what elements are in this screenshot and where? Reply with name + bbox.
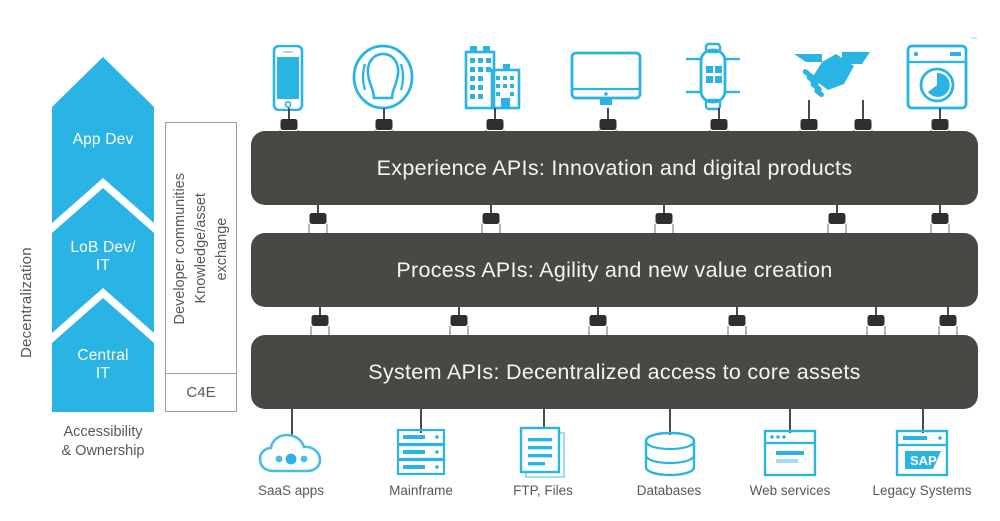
backend-label-legacy-systems: Legacy Systems (872, 483, 972, 498)
backend-label-mainframe: Mainframe (389, 483, 453, 498)
office-buildings-icon (462, 44, 522, 110)
caption-line-2: & Ownership (61, 443, 145, 459)
svg-text:SAP: SAP (910, 453, 937, 468)
backend-label-saas-apps: SaaS apps (257, 483, 325, 498)
caption-line-1: Accessibility (63, 424, 143, 440)
accessibility-ownership-caption: Accessibility & Ownership (18, 423, 188, 461)
smartwatch-icon (684, 42, 742, 112)
mobile-phone-icon (266, 45, 310, 111)
web-browser-window-icon (763, 429, 817, 477)
decentralization-axis-label: Decentralization (18, 247, 35, 358)
sap-legacy-icon: SAP (895, 429, 949, 477)
decorative-mark-top-right (971, 37, 977, 39)
backend-label-web-services: Web services (749, 483, 831, 498)
c4e-vertical-text-wrap: Developer communities Knowledge/asset ex… (166, 123, 236, 375)
user-avatar-icon (352, 44, 414, 110)
file-document-icon (519, 426, 569, 478)
c4e-column: Developer communities Knowledge/asset ex… (165, 122, 237, 412)
database-cylinder-icon (643, 431, 697, 477)
c4e-vertical-text: Developer communities Knowledge/asset ex… (171, 173, 230, 325)
washing-machine-iot-icon (906, 44, 968, 110)
layer-experience-apis[interactable]: Experience APIs: Innovation and digital … (251, 131, 978, 205)
handshake-partner-icon (792, 48, 872, 104)
layer-system-apis[interactable]: System APIs: Decentralized access to cor… (251, 335, 978, 409)
backend-label-ftp-files: FTP, Files (513, 483, 573, 498)
desktop-monitor-icon (570, 51, 642, 109)
c4e-footer-label: C4E (166, 373, 236, 411)
mainframe-server-icon (396, 428, 446, 476)
layer-process-apis[interactable]: Process APIs: Agility and new value crea… (251, 233, 978, 307)
maturity-arrow: App Dev LoB Dev/ IT Central IT (52, 57, 154, 412)
diagram-canvas: Decentralization App Dev LoB Dev/ IT Cen… (0, 0, 1000, 521)
backend-label-databases: Databases (636, 483, 702, 498)
cloud-saas-icon (258, 433, 326, 475)
wire-saas (291, 409, 293, 435)
